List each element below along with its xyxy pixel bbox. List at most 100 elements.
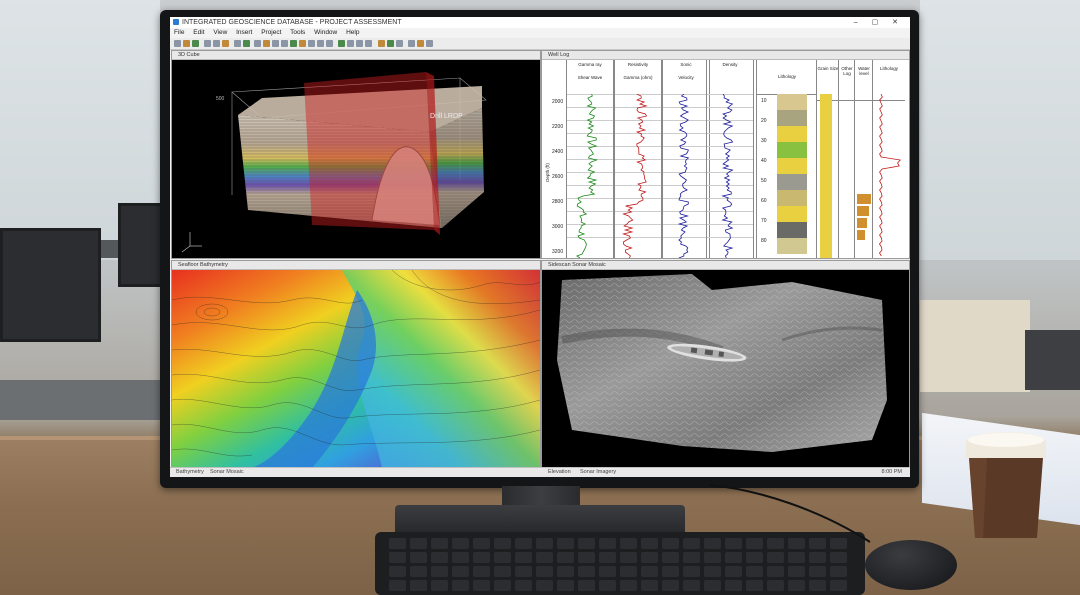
keyboard-key	[641, 538, 658, 549]
keyboard-key	[410, 580, 427, 591]
bathymetry-map[interactable]	[172, 270, 540, 468]
log-track-name: Sonic	[680, 62, 692, 67]
depth-label: 2200	[552, 124, 564, 130]
toolbar	[170, 38, 910, 50]
water-level-step	[857, 206, 869, 216]
toolbar-button-icon[interactable]	[234, 40, 241, 47]
toolbar-button-icon[interactable]	[299, 40, 306, 47]
keyboard-key	[683, 566, 700, 577]
toolbar-button-icon[interactable]	[426, 40, 433, 47]
menu-project[interactable]: Project	[261, 29, 281, 36]
keyboard-key	[452, 580, 469, 591]
log-track-3[interactable]: Sonic Velocity	[662, 60, 710, 258]
menu-edit[interactable]: Edit	[193, 29, 204, 36]
lithology-band	[777, 222, 807, 238]
toolbar-button-icon[interactable]	[213, 40, 220, 47]
log-column-4[interactable]: Lithology	[872, 60, 905, 258]
keyboard-key	[431, 552, 448, 563]
keyboard-key	[536, 538, 553, 549]
window-title: INTEGRATED GEOSCIENCE DATABASE - PROJECT…	[182, 19, 402, 26]
keyboard-key	[641, 552, 658, 563]
keyboard-key	[809, 566, 826, 577]
keyboard-key	[389, 566, 406, 577]
toolbar-button-icon[interactable]	[243, 40, 250, 47]
toolbar-button-icon[interactable]	[183, 40, 190, 47]
background-monitor-left2	[118, 203, 164, 287]
toolbar-button-icon[interactable]	[204, 40, 211, 47]
menu-window[interactable]: Window	[314, 29, 337, 36]
toolbar-button-icon[interactable]	[326, 40, 333, 47]
menu-view[interactable]: View	[213, 29, 227, 36]
keyboard-key	[452, 552, 469, 563]
log-track-subname: Gamma (ohm)	[623, 75, 653, 80]
toolbar-button-icon[interactable]	[222, 40, 229, 47]
toolbar-button-icon[interactable]	[417, 40, 424, 47]
log-column-2[interactable]: Other Log	[838, 60, 855, 258]
keyboard-key	[578, 566, 595, 577]
window-controls[interactable]: – ▢ ✕	[854, 17, 904, 28]
keyboard-key	[704, 566, 721, 577]
axis-mark-top: 500	[216, 96, 225, 102]
log-track-2[interactable]: Resistivity Gamma (ohm)	[614, 60, 662, 258]
keyboard-key	[599, 552, 616, 563]
bathymetry-pane[interactable]: Seafloor Bathymetry	[171, 260, 541, 469]
toolbar-button-icon[interactable]	[378, 40, 385, 47]
keyboard-key	[557, 552, 574, 563]
lithology-mark: 40	[761, 158, 767, 164]
log-curve	[721, 94, 734, 258]
menu-help[interactable]: Help	[346, 29, 359, 36]
keyboard-key	[473, 580, 490, 591]
log-track-name: Density	[722, 62, 738, 67]
background-printer-right	[1025, 330, 1080, 390]
log-track-4[interactable]: Density	[706, 60, 754, 258]
toolbar-button-icon[interactable]	[308, 40, 315, 47]
toolbar-button-icon[interactable]	[272, 40, 279, 47]
keyboard-key	[620, 552, 637, 563]
seismic-pane[interactable]: 3D Cube Drill LRDP 500	[171, 50, 541, 259]
lithology-mark: 50	[761, 178, 767, 184]
log-track-header: Gamma ray Shear Wave	[567, 60, 613, 95]
toolbar-button-icon[interactable]	[338, 40, 345, 47]
toolbar-button-icon[interactable]	[192, 40, 199, 47]
keyboard-key	[683, 538, 700, 549]
menu-bar: File Edit View Insert Project Tools Wind…	[170, 28, 910, 38]
keyboard-key	[725, 566, 742, 577]
log-track-1[interactable]: Gamma ray Shear Wave	[566, 60, 614, 258]
lithology-mark: 30	[761, 138, 767, 144]
toolbar-button-icon[interactable]	[317, 40, 324, 47]
toolbar-button-icon[interactable]	[356, 40, 363, 47]
seismic-cube[interactable]: Drill LRDP 500	[172, 60, 540, 258]
lithology-mark: 80	[761, 238, 767, 244]
keyboard-key	[410, 566, 427, 577]
well-log-canvas: Depth (ft) 2000 2200 2400 2600 2800 3000 3200 Ga…	[542, 60, 909, 258]
toolbar-button-icon[interactable]	[254, 40, 261, 47]
lithology-track[interactable]: Lithology 10 20 30 40 50 60 70 80	[756, 60, 817, 258]
menu-insert[interactable]: Insert	[236, 29, 252, 36]
log-column-1[interactable]: Grain Size	[816, 60, 839, 258]
keyboard-key	[494, 566, 511, 577]
toolbar-button-icon[interactable]	[263, 40, 270, 47]
menu-file[interactable]: File	[174, 29, 184, 36]
keyboard-key	[662, 552, 679, 563]
toolbar-button-icon[interactable]	[365, 40, 372, 47]
toolbar-button-icon[interactable]	[281, 40, 288, 47]
keyboard-key	[410, 552, 427, 563]
keyboard-key	[788, 580, 805, 591]
menu-tools[interactable]: Tools	[290, 29, 305, 36]
log-track-header: Density	[707, 60, 753, 95]
keyboard-key	[809, 580, 826, 591]
toolbar-button-icon[interactable]	[174, 40, 181, 47]
keyboard-key	[662, 538, 679, 549]
sonar-pane[interactable]: Sidescan Sonar Mosaic	[541, 260, 910, 469]
well-log-pane[interactable]: Well Log Depth (ft) 2000 2200 2400 2600 2800 3…	[541, 50, 910, 259]
keyboard-key	[830, 566, 847, 577]
keyboard-key	[662, 580, 679, 591]
keyboard-key	[389, 552, 406, 563]
sonar-mosaic[interactable]	[542, 270, 909, 468]
toolbar-button-icon[interactable]	[396, 40, 403, 47]
toolbar-button-icon[interactable]	[290, 40, 297, 47]
toolbar-button-icon[interactable]	[387, 40, 394, 47]
toolbar-button-icon[interactable]	[347, 40, 354, 47]
toolbar-button-icon[interactable]	[408, 40, 415, 47]
log-column-3[interactable]: Water level	[854, 60, 873, 258]
